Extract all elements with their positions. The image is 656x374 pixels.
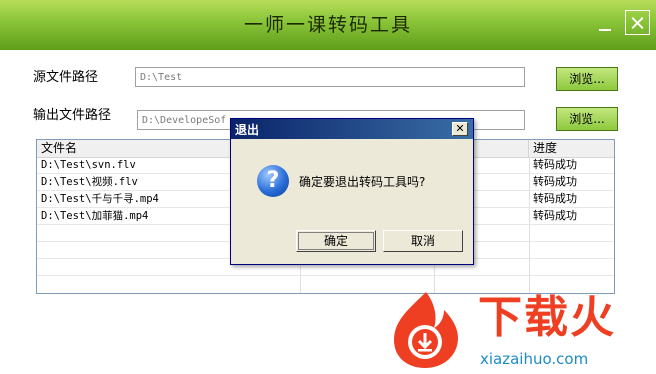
flame-logo-icon <box>394 292 458 368</box>
output-path-label: 输出文件路径 <box>33 108 112 123</box>
dialog-title: 退出 <box>235 123 260 137</box>
cell-progress: 转码成功 <box>533 209 577 222</box>
dialog-message: 确定要退出转码工具吗? <box>299 175 426 189</box>
column-header-progress[interactable]: 进度 <box>529 140 614 157</box>
watermark-domain: xiazaihuo.com <box>480 350 589 368</box>
window-title: 一师一课转码工具 <box>243 14 412 36</box>
cancel-button[interactable]: 取消 <box>383 230 463 252</box>
title-bar: 一师一课转码工具 <box>0 0 656 50</box>
exit-dialog: 退出 ✕ ? 确定要退出转码工具吗? 确定 取消 <box>230 118 474 265</box>
source-path-label: 源文件路径 <box>33 70 99 85</box>
column-divider <box>529 157 530 293</box>
watermark-text: 下载火 <box>478 292 616 343</box>
output-browse-button[interactable]: 浏览... <box>556 107 618 131</box>
cell-progress: 转码成功 <box>533 158 577 171</box>
question-icon: ? <box>257 165 289 197</box>
cell-progress: 转码成功 <box>533 175 577 188</box>
watermark: 下载火 xiazaihuo.com <box>388 290 650 374</box>
cell-progress: 转码成功 <box>533 192 577 205</box>
minimize-button[interactable] <box>592 10 618 36</box>
dialog-close-button[interactable]: ✕ <box>452 122 468 136</box>
source-browse-button[interactable]: 浏览... <box>556 67 618 91</box>
close-button[interactable] <box>625 10 650 35</box>
source-path-input[interactable]: D:\Test <box>135 67 525 87</box>
dialog-title-bar: 退出 ✕ <box>231 119 473 139</box>
ok-button[interactable]: 确定 <box>296 230 376 252</box>
